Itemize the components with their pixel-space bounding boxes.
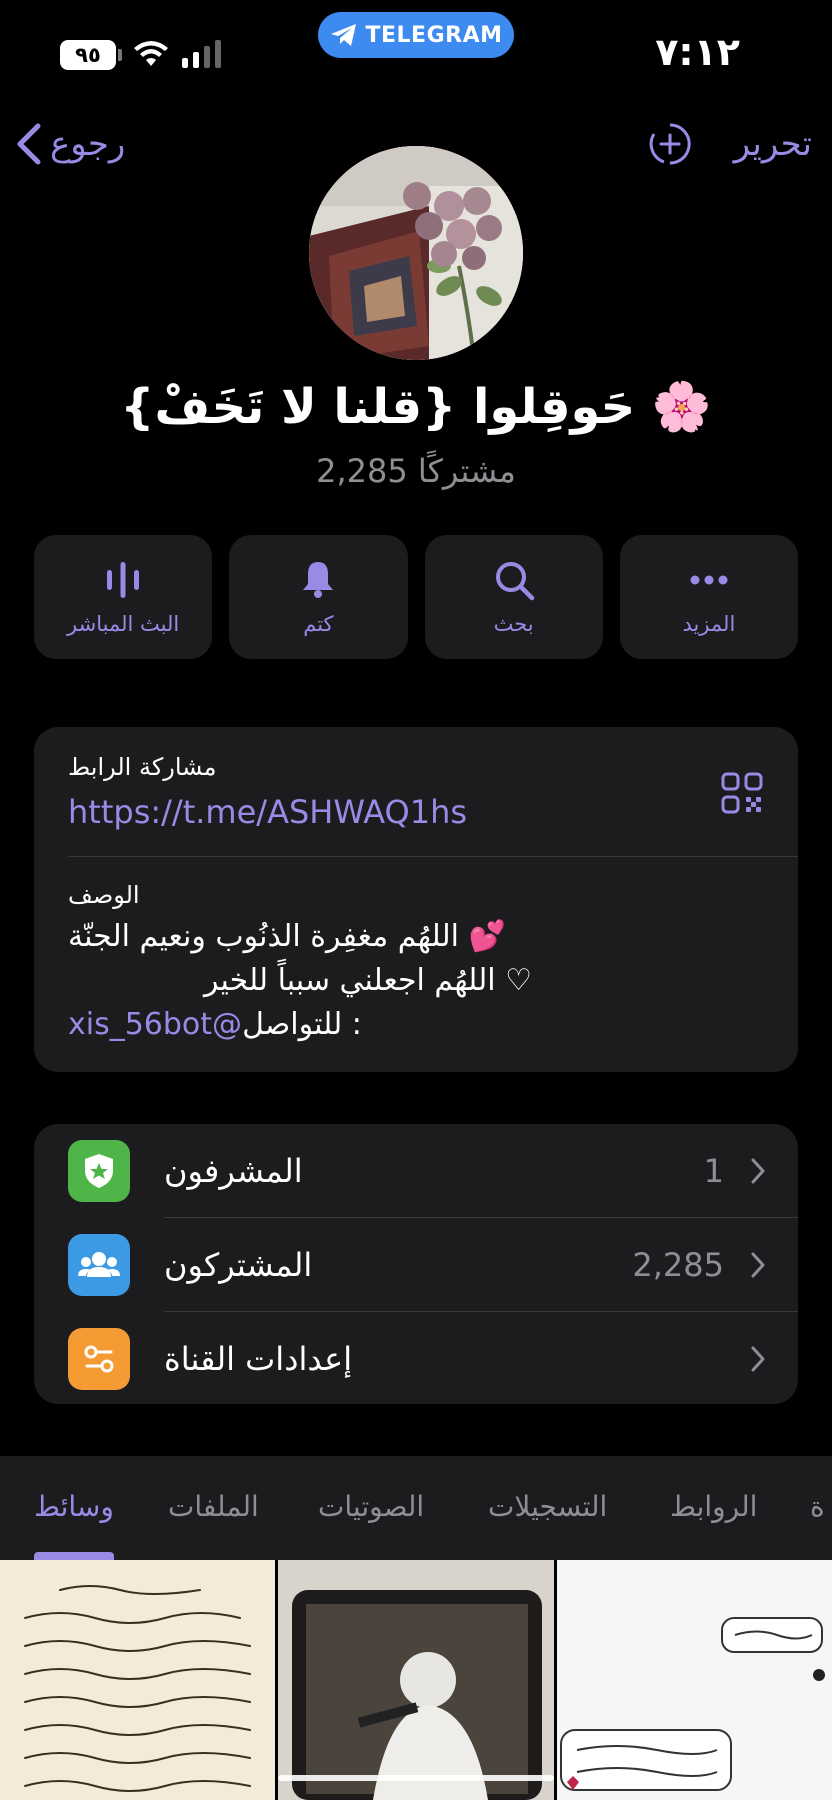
status-bar: ٩٥ TELEGRAM ٧:١٢ (0, 0, 832, 100)
media-thumbnail-image-text[interactable] (557, 1560, 832, 1800)
subscribers-row[interactable]: المشتركون 2,285 (34, 1218, 798, 1311)
more-button[interactable]: المزيد (619, 535, 798, 659)
channel-avatar[interactable] (309, 146, 523, 360)
media-thumbnail-quran-page[interactable] (0, 1560, 275, 1800)
active-tab-indicator (34, 1552, 114, 1560)
back-label: رجوع (50, 124, 126, 164)
contact-handle[interactable]: xis_56bot@ (68, 1007, 242, 1042)
description-label: الوصف (68, 881, 140, 909)
contact-line: xis_56bot@للتواصل : (68, 1007, 371, 1042)
info-divider (68, 856, 798, 857)
subscriber-count: 2,285 مشتركًا (316, 452, 516, 490)
action-buttons: البث المباشر كتم بحث المزيد (34, 535, 798, 659)
battery-tip (118, 49, 122, 61)
channel-link[interactable]: https://t.me/ASHWAQ1hs (68, 793, 467, 831)
subscribers-count: 2,285 (632, 1245, 724, 1284)
add-story-icon[interactable] (648, 122, 692, 166)
mute-button[interactable]: كتم (229, 535, 408, 659)
share-link-label: مشاركة الرابط (68, 753, 217, 781)
tab-media[interactable]: وسائط (34, 1490, 114, 1523)
bell-icon (303, 562, 334, 598)
admins-row[interactable]: المشرفون 1 (34, 1124, 798, 1217)
video-still-image (278, 1560, 554, 1800)
telegram-pill-label: TELEGRAM (365, 22, 503, 48)
scroll-indicator (278, 1775, 554, 1781)
mute-label: كتم (303, 612, 334, 636)
live-stream-button[interactable]: البث المباشر (34, 535, 213, 659)
live-stream-icon (107, 562, 140, 598)
wifi-icon (134, 41, 168, 66)
tab-voice[interactable]: الصوتيات (318, 1490, 424, 1523)
clock: ٧:١٢ (655, 30, 740, 74)
chevron-right-icon (751, 1252, 765, 1277)
cellular-signal-icon (182, 40, 221, 68)
chevron-right-icon (751, 1158, 765, 1183)
edit-button[interactable]: تحرير (734, 124, 812, 164)
channel-settings-label: إعدادات القناة (164, 1339, 353, 1378)
search-icon (495, 562, 534, 601)
settings-toggle-icon (68, 1327, 130, 1390)
tab-partial[interactable]: ة (810, 1490, 825, 1523)
description-line-2: اللهُم اجعلني سبباً للخير ♡ (204, 963, 533, 998)
subscribers-label: المشتركون (164, 1245, 313, 1284)
search-label: بحث (493, 612, 534, 636)
battery-indicator: ٩٥ (60, 40, 116, 70)
media-thumbnail-video[interactable] (278, 1560, 554, 1800)
admins-count: 1 (703, 1151, 724, 1190)
quote-card-image (557, 1560, 832, 1800)
telegram-pill[interactable]: TELEGRAM (318, 12, 514, 58)
chevron-left-icon (17, 123, 41, 165)
more-icon (690, 575, 728, 585)
channel-info-card: مشاركة الرابط https://t.me/ASHWAQ1hs الو… (34, 727, 798, 1072)
channel-settings-list: المشرفون 1 المشتركون 2,285 إعدادات القنا… (34, 1124, 798, 1404)
contact-prefix: للتواصل : (242, 1007, 372, 1042)
live-stream-label: البث المباشر (67, 612, 180, 636)
more-label: المزيد (682, 612, 736, 636)
tab-recordings[interactable]: التسجيلات (488, 1490, 607, 1523)
qr-code-icon[interactable] (720, 771, 764, 815)
subscribers-icon (68, 1233, 130, 1296)
tab-links[interactable]: الروابط (670, 1490, 757, 1523)
channel-settings-row[interactable]: إعدادات القناة (34, 1312, 798, 1405)
admin-shield-icon (68, 1139, 130, 1202)
tab-files[interactable]: الملفات (168, 1490, 259, 1523)
quran-text-image (0, 1560, 275, 1800)
chevron-right-icon (751, 1346, 765, 1371)
telegram-plane-icon (330, 24, 356, 46)
channel-title: {قلنا لا تَخَفْ} حَوقِلوا 🌸 (120, 379, 712, 435)
search-button[interactable]: بحث (424, 535, 603, 659)
back-button[interactable]: رجوع (16, 122, 125, 166)
admins-label: المشرفون (164, 1151, 303, 1190)
description-line-1: اللهُم مغفِرة الذنُوب ونعيم الجنّة 💕 (68, 919, 506, 954)
avatar-roses-image (309, 146, 523, 360)
media-tabs: وسائط الملفات الصوتيات التسجيلات الروابط… (0, 1456, 832, 1560)
nav-right-actions: تحرير (648, 122, 812, 166)
